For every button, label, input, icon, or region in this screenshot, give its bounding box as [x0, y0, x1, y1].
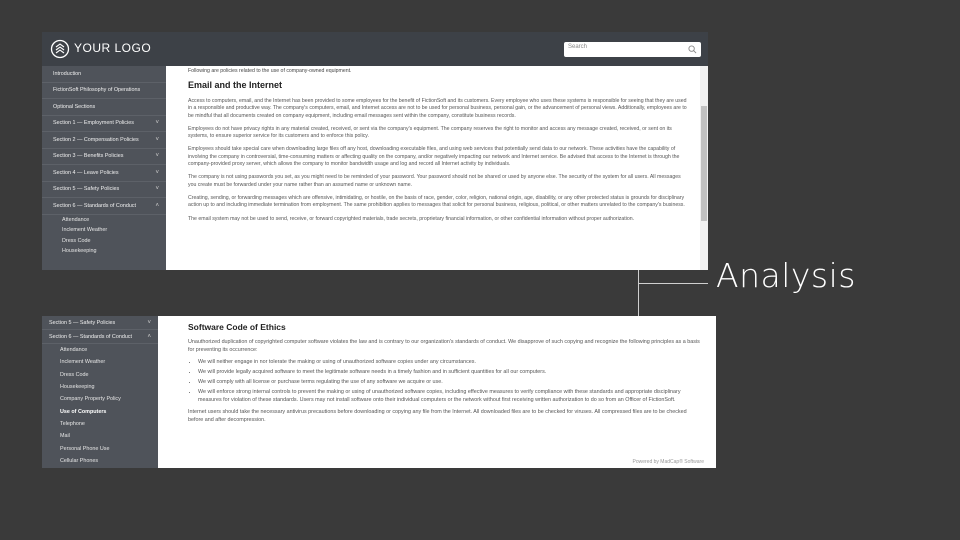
sidebar-subitem[interactable]: Inclement Weather	[42, 225, 166, 236]
sidebar-subitem[interactable]: Dress Code	[42, 236, 166, 247]
connector-line	[638, 270, 639, 316]
sidebar-item-label: Section 5 — Safety Policies	[53, 186, 120, 193]
list-item: We will enforce strong internal controls…	[198, 388, 700, 404]
paragraph: Employees do not have privacy rights in …	[188, 125, 672, 140]
sidebar-item[interactable]: Section 4 — Leave Policies ˅	[42, 165, 166, 182]
bullet-list: We will neither engage in nor tolerate t…	[188, 358, 700, 404]
sidebar-subitem-label: Attendance	[62, 216, 90, 223]
sidebar-subitem[interactable]: Attendance	[42, 215, 166, 226]
paragraph: Access to computers, email, and the Inte…	[188, 98, 687, 119]
sidebar-item-label: Section 3 — Benefits Policies	[53, 153, 124, 160]
sidebar-item-label: Section 4 — Leave Policies	[53, 169, 119, 176]
header-bar: YOUR LOGO Search	[42, 32, 708, 66]
sidebar-item-label: Mail	[60, 433, 70, 440]
sidebar-subitem[interactable]: Inclement Weather	[42, 356, 158, 368]
connector-line	[638, 283, 708, 284]
slide-label: Analysis	[716, 256, 856, 295]
sidebar-item-label: Housekeeping	[60, 384, 95, 391]
chevron-up-icon[interactable]: ˄	[155, 203, 159, 209]
sidebar-subitem[interactable]: Cellular Phones	[42, 455, 158, 467]
sidebar-subitem[interactable]: Telephone	[42, 418, 158, 430]
sidebar-item-label: Inclement Weather	[60, 359, 106, 366]
page-title: Email and the Internet	[188, 80, 283, 90]
sidebar: Introduction FictionSoft Philosophy of Op…	[42, 66, 166, 270]
paragraph: Creating, sending, or forwarding message…	[188, 194, 685, 209]
search-icon[interactable]	[688, 45, 697, 54]
sidebar-subitem[interactable]: Attendance	[42, 344, 158, 356]
list-item: We will provide legally acquired softwar…	[198, 368, 700, 376]
page-title: Software Code of Ethics	[188, 322, 286, 332]
sidebar-subitem-label: Housekeeping	[62, 248, 97, 255]
scrollbar-thumb[interactable]	[701, 106, 707, 221]
sidebar-item-label: Section 6 — Standards of Conduct	[53, 202, 137, 209]
sidebar-subitem-label: Inclement Weather	[62, 227, 108, 234]
chevron-down-icon[interactable]: ˅	[155, 120, 159, 126]
sidebar-item[interactable]: Section 2 — Compensation Policies ˅	[42, 132, 166, 149]
list-item: We will comply with all license or purch…	[198, 378, 700, 386]
chevron-down-icon[interactable]: ˅	[155, 170, 159, 176]
sidebar-item-label: Section 6 — Standards of Conduct	[49, 333, 133, 340]
powered-by: Powered by MadCap® Software	[632, 459, 705, 465]
sidebar-item[interactable]: Section 6 — Standards of Conduct ˄	[42, 330, 158, 344]
main-content: Software Code of Ethics Unauthorized dup…	[172, 316, 708, 468]
sidebar-subitem[interactable]: Use of Computers	[42, 405, 158, 417]
main-content: Following are policies related to the us…	[172, 66, 698, 270]
sidebar-item-label: Personal Phone Use	[60, 445, 110, 452]
sidebar-subitem[interactable]: Housekeeping	[42, 246, 166, 257]
logo-text: YOUR LOGO	[74, 41, 152, 55]
bottom-screenshot: Section 5 — Safety Policies ˅ Section 6 — …	[42, 316, 716, 468]
chevron-down-icon[interactable]: ˅	[155, 137, 159, 143]
sidebar-item-label: Attendance	[60, 347, 88, 354]
chevron-down-icon[interactable]: ˅	[147, 320, 151, 326]
sidebar-item[interactable]: Section 5 — Safety Policies ˅	[42, 316, 158, 330]
sidebar: Section 5 — Safety Policies ˅ Section 6 — …	[42, 316, 158, 468]
sidebar-item-label: Optional Sections	[53, 103, 96, 110]
intro-text: Following are policies related to the us…	[188, 68, 352, 74]
sidebar-item-label: Company Property Policy	[60, 396, 121, 403]
sidebar-item[interactable]: Introduction	[42, 66, 166, 83]
sidebar-item-label: Cellular Phones	[60, 457, 99, 464]
sidebar-item[interactable]: Section 1 — Employment Policies ˅	[42, 116, 166, 132]
sidebar-item-label: Telephone	[60, 420, 85, 427]
sidebar-item[interactable]: FictionSoft Philosophy of Operations	[42, 83, 166, 99]
intro-text: Unauthorized duplication of copyrighted …	[188, 339, 700, 353]
sidebar-item-label: FictionSoft Philosophy of Operations	[53, 87, 141, 94]
logo-icon	[50, 39, 70, 59]
scrollbar[interactable]	[700, 66, 708, 270]
closing-text: Internet users should take the necessary…	[188, 409, 687, 423]
chevron-down-icon[interactable]: ˅	[155, 153, 159, 159]
sidebar-subitem-label: Dress Code	[62, 237, 91, 244]
search-input[interactable]: Search	[564, 42, 701, 57]
sidebar-item-label: Section 5 — Safety Policies	[49, 319, 116, 326]
sidebar-subitem[interactable]: Mail	[42, 430, 158, 442]
sidebar-item-label: Introduction	[53, 70, 82, 77]
sidebar-subitem[interactable]: Company Property Policy	[42, 393, 158, 405]
sidebar-item[interactable]: Optional Sections	[42, 99, 166, 116]
chevron-down-icon[interactable]: ˅	[155, 186, 159, 192]
list-item: We will neither engage in nor tolerate t…	[198, 358, 700, 366]
sidebar-item[interactable]: Section 6 — Standards of Conduct ˄	[42, 198, 166, 215]
sidebar-item-label: Use of Computers	[60, 408, 107, 415]
top-screenshot: YOUR LOGO Search Introduction FictionSoft…	[42, 32, 708, 270]
paragraph: The email system may not be used to send…	[188, 215, 635, 222]
paragraph: Employees should take special care when …	[188, 146, 680, 168]
sidebar-item-label: Dress Code	[60, 371, 89, 378]
chevron-up-icon[interactable]: ˄	[147, 334, 151, 340]
sidebar-subitem[interactable]: Dress Code	[42, 369, 158, 381]
sidebar-subitem[interactable]: Housekeeping	[42, 381, 158, 393]
sidebar-item-label: Section 1 — Employment Policies	[53, 120, 134, 127]
paragraph: The company is not using passwords you s…	[188, 174, 681, 188]
sidebar-item-label: Section 2 — Compensation Policies	[53, 136, 139, 143]
sidebar-item[interactable]: Section 3 — Benefits Policies ˅	[42, 149, 166, 165]
search-placeholder: Search	[568, 44, 588, 50]
sidebar-item[interactable]: Section 5 — Safety Policies ˅	[42, 182, 166, 198]
sidebar-subitem[interactable]: Personal Phone Use	[42, 442, 158, 454]
